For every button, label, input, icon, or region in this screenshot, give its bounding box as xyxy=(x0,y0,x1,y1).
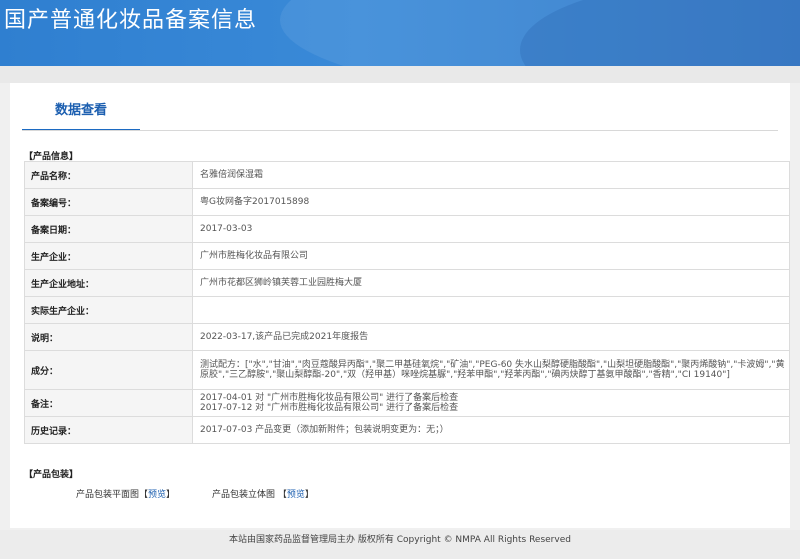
page-title: 国产普通化妆品备案信息 xyxy=(4,8,258,33)
packaging-plan: 产品包装平面图【预览】 xyxy=(76,487,175,500)
table-row: 备案编号： 粤G妆网备字2017015898 xyxy=(24,188,790,216)
row-label: 备案编号： xyxy=(24,188,193,216)
row-label: 实际生产企业： xyxy=(24,296,193,324)
bracket: 【 xyxy=(139,490,149,500)
packaging-heading: 【产品包装】 xyxy=(24,470,79,480)
main-content: 数据查看 【产品信息】 产品名称： 名雅倍润保湿霜 备案编号： 粤G妆网备字20… xyxy=(10,83,790,528)
packaging-solid-label: 产品包装立体图 xyxy=(212,490,276,500)
packaging-plan-label: 产品包装平面图 xyxy=(76,490,140,500)
bracket: 【 xyxy=(277,490,287,500)
product-name-value: 名雅倍润保湿霜 xyxy=(192,161,790,189)
header-subbar xyxy=(0,66,800,83)
remark-line: 2017-07-12 对 "广州市胜梅化妆品有限公司" 进行了备案后检查 xyxy=(200,403,459,413)
table-row: 成分： 测试配方：["水","甘油","肉豆蔻酸异丙酯","聚二甲基硅氧烷","… xyxy=(24,350,790,390)
copyright-text: 本站由国家药品监督管理局主办 版权所有 Copyright © NMPA All… xyxy=(229,535,571,545)
actual-manufacturer-value xyxy=(192,296,790,324)
remark-line: 2017-04-01 对 "广州市胜梅化妆品有限公司" 进行了备案后检查 xyxy=(200,393,459,403)
remarks-value: 2017-04-01 对 "广州市胜梅化妆品有限公司" 进行了备案后检查 201… xyxy=(192,389,790,417)
record-number-value: 粤G妆网备字2017015898 xyxy=(192,188,790,216)
manufacturer-value: 广州市胜梅化妆品有限公司 xyxy=(192,242,790,270)
row-label: 生产企业： xyxy=(24,242,193,270)
table-row: 备注： 2017-04-01 对 "广州市胜梅化妆品有限公司" 进行了备案后检查… xyxy=(24,389,790,417)
table-row: 生产企业： 广州市胜梅化妆品有限公司 xyxy=(24,242,790,270)
manufacturer-address-value: 广州市花都区狮岭镇芙蓉工业园胜梅大厦 xyxy=(192,269,790,297)
preview-plan-link[interactable]: 预览 xyxy=(148,490,166,500)
tab-data-view[interactable]: 数据查看 xyxy=(22,93,140,131)
table-row: 历史记录： 2017-07-03 产品变更（添加新附件；包装说明变更为：无；） xyxy=(24,416,790,444)
record-date-value: 2017-03-03 xyxy=(192,215,790,243)
row-label: 成分： xyxy=(24,350,193,390)
table-row: 说明： 2022-03-17,该产品已完成2021年度报告 xyxy=(24,323,790,351)
packaging-solid: 产品包装立体图 【预览】 xyxy=(212,487,314,500)
preview-solid-link[interactable]: 预览 xyxy=(287,490,305,500)
row-label: 备案日期： xyxy=(24,215,193,243)
page-footer: 本站由国家药品监督管理局主办 版权所有 Copyright © NMPA All… xyxy=(0,530,800,559)
row-label: 历史记录： xyxy=(24,416,193,444)
table-row: 产品名称： 名雅倍润保湿霜 xyxy=(24,161,790,189)
table-row: 备案日期： 2017-03-03 xyxy=(24,215,790,243)
table-row: 生产企业地址： 广州市花都区狮岭镇芙蓉工业园胜梅大厦 xyxy=(24,269,790,297)
tab-divider xyxy=(22,130,778,131)
header-decoration-dark xyxy=(520,0,800,66)
product-info-table: 产品名称： 名雅倍润保湿霜 备案编号： 粤G妆网备字2017015898 备案日… xyxy=(24,161,790,444)
row-label: 备注： xyxy=(24,389,193,417)
row-label: 说明： xyxy=(24,323,193,351)
page-header: 国产普通化妆品备案信息 xyxy=(0,0,800,66)
tab-label: 数据查看 xyxy=(54,103,107,118)
description-value: 2022-03-17,该产品已完成2021年度报告 xyxy=(192,323,790,351)
bracket: 】 xyxy=(166,490,176,500)
table-row: 实际生产企业： xyxy=(24,296,790,324)
row-label: 生产企业地址： xyxy=(24,269,193,297)
ingredients-value: 测试配方：["水","甘油","肉豆蔻酸异丙酯","聚二甲基硅氧烷","矿油",… xyxy=(192,350,790,390)
bracket: 】 xyxy=(304,490,314,500)
row-label: 产品名称： xyxy=(24,161,193,189)
history-value: 2017-07-03 产品变更（添加新附件；包装说明变更为：无；） xyxy=(192,416,790,444)
